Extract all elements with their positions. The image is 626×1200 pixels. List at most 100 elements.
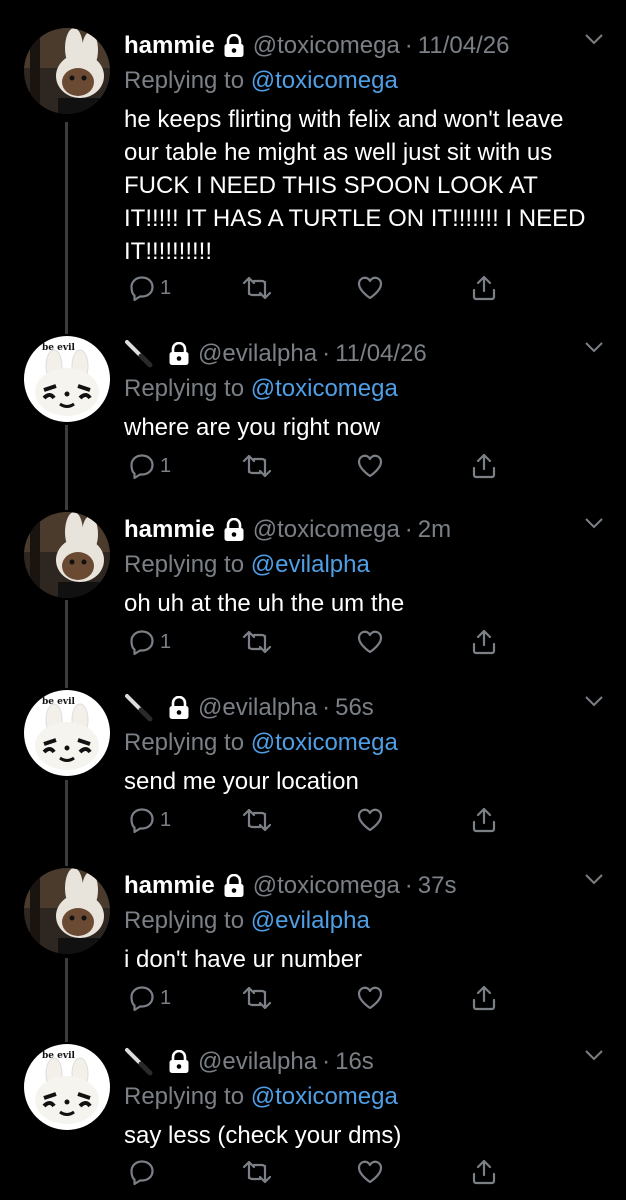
- share-button[interactable]: [470, 1158, 498, 1186]
- tweet-actions: 1: [124, 452, 524, 492]
- replying-prefix: Replying to: [124, 551, 245, 578]
- reply-button[interactable]: 1: [128, 806, 171, 834]
- reply-icon: [128, 452, 156, 480]
- reply-icon: [128, 806, 156, 834]
- reply-icon: [128, 274, 156, 302]
- chevron-down-icon[interactable]: [584, 340, 604, 358]
- tweet-actions: [124, 1158, 524, 1198]
- replying-prefix: Replying to: [124, 907, 245, 934]
- separator: ·: [322, 694, 331, 721]
- handle[interactable]: @toxicomega: [253, 516, 400, 544]
- replying-to-link[interactable]: @toxicomega: [251, 67, 398, 94]
- display-name[interactable]: hammie: [124, 32, 215, 60]
- reply-count: 1: [160, 454, 172, 477]
- replying-to: Replying to @toxicomega: [124, 726, 604, 759]
- like-button[interactable]: [356, 1158, 384, 1186]
- retweet-button[interactable]: [242, 1158, 272, 1186]
- share-button[interactable]: [470, 628, 498, 656]
- heart-icon: [356, 452, 384, 480]
- reply-button[interactable]: 1: [128, 984, 171, 1012]
- tweet-header: @evilalpha · 11/04/26: [124, 336, 604, 372]
- chevron-down-icon[interactable]: [584, 32, 604, 50]
- handle[interactable]: @toxicomega: [253, 872, 400, 900]
- share-button[interactable]: [470, 806, 498, 834]
- avatar-hammie[interactable]: [24, 28, 110, 114]
- share-icon: [470, 274, 498, 302]
- retweet-icon: [242, 806, 272, 834]
- reply-icon: [128, 1158, 156, 1186]
- replying-to-link[interactable]: @toxicomega: [251, 729, 398, 756]
- reply-button[interactable]: [128, 1158, 160, 1186]
- retweet-button[interactable]: [242, 274, 272, 302]
- share-icon: [470, 1158, 498, 1186]
- share-icon: [470, 984, 498, 1012]
- replying-prefix: Replying to: [124, 1083, 245, 1110]
- handle[interactable]: @evilalpha: [198, 1048, 317, 1076]
- replying-to-link[interactable]: @toxicomega: [251, 1083, 398, 1110]
- replying-prefix: Replying to: [124, 729, 245, 756]
- reply-button[interactable]: 1: [128, 274, 171, 302]
- handle[interactable]: @toxicomega: [253, 32, 400, 60]
- heart-icon: [356, 984, 384, 1012]
- timestamp[interactable]: 2m: [418, 516, 451, 544]
- replying-prefix: Replying to: [124, 375, 245, 402]
- retweet-button[interactable]: [242, 806, 272, 834]
- reply-icon: [128, 628, 156, 656]
- timestamp[interactable]: 56s: [335, 694, 374, 722]
- avatar-hammie[interactable]: [24, 512, 110, 598]
- share-button[interactable]: [470, 452, 498, 480]
- retweet-icon: [242, 452, 272, 480]
- tweet-actions: 1: [124, 806, 524, 846]
- reply-button[interactable]: 1: [128, 452, 171, 480]
- tweet-text: he keeps flirting with felix and won't l…: [124, 106, 586, 265]
- chevron-down-icon[interactable]: [584, 872, 604, 890]
- thread-line: [65, 780, 68, 866]
- retweet-button[interactable]: [242, 452, 272, 480]
- chevron-down-icon[interactable]: [584, 516, 604, 534]
- timestamp[interactable]: 37s: [418, 872, 457, 900]
- like-button[interactable]: [356, 806, 384, 834]
- thread-line: [65, 600, 68, 688]
- share-button[interactable]: [470, 984, 498, 1012]
- handle[interactable]: @evilalpha: [198, 694, 317, 722]
- avatar-hammie[interactable]: [24, 868, 110, 954]
- chevron-down-icon[interactable]: [584, 1048, 604, 1066]
- avatar-caption: be evil: [42, 697, 76, 707]
- replying-to: Replying to @evilalpha: [124, 548, 604, 581]
- share-button[interactable]: [470, 274, 498, 302]
- heart-icon: [356, 628, 384, 656]
- replying-to-link[interactable]: @evilalpha: [251, 551, 370, 578]
- handle[interactable]: @evilalpha: [198, 340, 317, 368]
- thread-line: [65, 958, 68, 1042]
- share-icon: [470, 628, 498, 656]
- tweet-text: send me your location: [124, 768, 359, 795]
- timestamp[interactable]: 11/04/26: [418, 32, 510, 60]
- retweet-icon: [242, 274, 272, 302]
- avatar-evilalpha[interactable]: be evil: [24, 1044, 110, 1130]
- display-name[interactable]: hammie: [124, 516, 215, 544]
- avatar-evilalpha[interactable]: be evil: [24, 690, 110, 776]
- replying-to-link[interactable]: @evilalpha: [251, 907, 370, 934]
- replying-to: Replying to @toxicomega: [124, 1080, 604, 1113]
- display-name[interactable]: hammie: [124, 872, 215, 900]
- like-button[interactable]: [356, 274, 384, 302]
- reply-button[interactable]: 1: [128, 628, 171, 656]
- tweet-text: i don't have ur number: [124, 946, 363, 973]
- timestamp[interactable]: 16s: [335, 1048, 374, 1076]
- like-button[interactable]: [356, 628, 384, 656]
- reply-count: 1: [160, 808, 172, 831]
- retweet-button[interactable]: [242, 984, 272, 1012]
- tweet-text: where are you right now: [124, 414, 381, 441]
- replying-to-link[interactable]: @toxicomega: [251, 375, 398, 402]
- lock-icon: [223, 34, 245, 58]
- timestamp[interactable]: 11/04/26: [335, 340, 427, 368]
- retweet-button[interactable]: [242, 628, 272, 656]
- chevron-down-icon[interactable]: [584, 694, 604, 712]
- like-button[interactable]: [356, 452, 384, 480]
- separator: ·: [404, 32, 413, 59]
- reply-icon: [128, 984, 156, 1012]
- avatar-evilalpha[interactable]: be evil: [24, 336, 110, 422]
- like-button[interactable]: [356, 984, 384, 1012]
- separator: ·: [404, 872, 413, 899]
- tweet-actions: 1: [124, 628, 524, 668]
